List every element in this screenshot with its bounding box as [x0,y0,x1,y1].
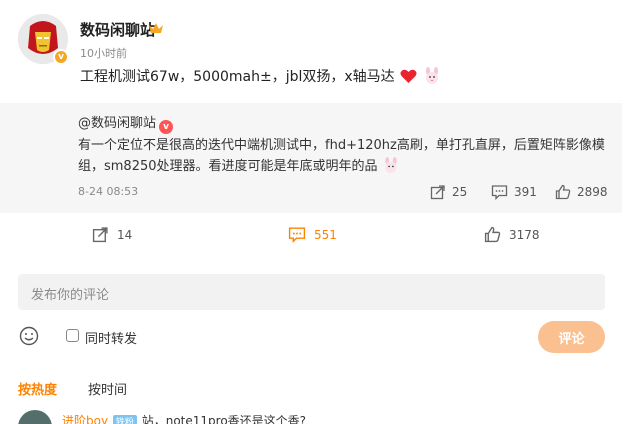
sort-by-hot-tab[interactable]: 按热度 [18,379,57,398]
post-text-content: 工程机测试67w，5000mah±，jbl双扬，x轴马达 [80,69,395,85]
like-icon [555,184,571,200]
repost-like-button[interactable]: 2898 [555,184,608,200]
submit-comment-button[interactable]: 评论 [538,321,605,353]
share-icon [92,227,108,243]
repost-author[interactable]: @数码闲聊站 v [78,112,174,134]
comment-avatar[interactable] [18,410,52,424]
repost-share-button[interactable]: 25 [430,184,467,200]
verified-badge-icon: v [53,49,69,65]
repost-share-count: 25 [452,185,468,199]
sort-by-time-tab[interactable]: 按时间 [88,379,127,398]
comment-icon [491,185,508,200]
bunny-icon [385,157,397,173]
crown-icon [149,23,163,33]
share-button[interactable]: 14 [92,226,132,243]
repost-author-name[interactable]: @数码闲聊站 [78,116,156,131]
comment-button[interactable]: 551 [288,226,337,243]
comment-input[interactable]: 发布你的评论 [18,274,605,310]
emoji-icon[interactable] [19,326,39,346]
comment-icon [288,227,306,243]
repost-time: 8-24 08:53 [78,185,139,198]
post-time: 10小时前 [80,47,127,60]
also-repost-label[interactable]: 同时转发 [85,328,137,347]
author-name[interactable]: 数码闲聊站 [80,19,155,40]
post-text: 工程机测试67w，5000mah±，jbl双扬，x轴马达 [80,66,441,86]
verified-badge-icon: v [159,120,174,134]
share-count: 14 [117,227,133,242]
repost-like-count: 2898 [577,185,608,199]
bunny-icon [425,67,438,84]
also-repost-checkbox[interactable] [66,329,79,342]
repost-comment-button[interactable]: 391 [491,184,537,200]
repost-text-content: 有一个定位不是很高的迭代中端机测试中，fhd+120hz高刷，单打孔直屏，后置矩… [78,138,605,174]
comment-count: 551 [314,227,337,242]
like-button[interactable]: 3178 [484,226,540,243]
comment-text: 站，note11pro香还是这个香? [141,414,307,424]
repost-comment-count: 391 [514,185,537,199]
comment-item: 进阶boy 铁粉 站，note11pro香还是这个香? [62,412,306,424]
like-icon [484,226,501,243]
like-count: 3178 [509,227,540,242]
fan-badge: 铁粉 [112,415,137,424]
share-icon [430,185,445,200]
heart-icon [400,69,417,83]
comment-user[interactable]: 进阶boy [62,414,108,424]
repost-text: 有一个定位不是很高的迭代中端机测试中，fhd+120hz高刷，单打孔直屏，后置矩… [78,135,608,177]
